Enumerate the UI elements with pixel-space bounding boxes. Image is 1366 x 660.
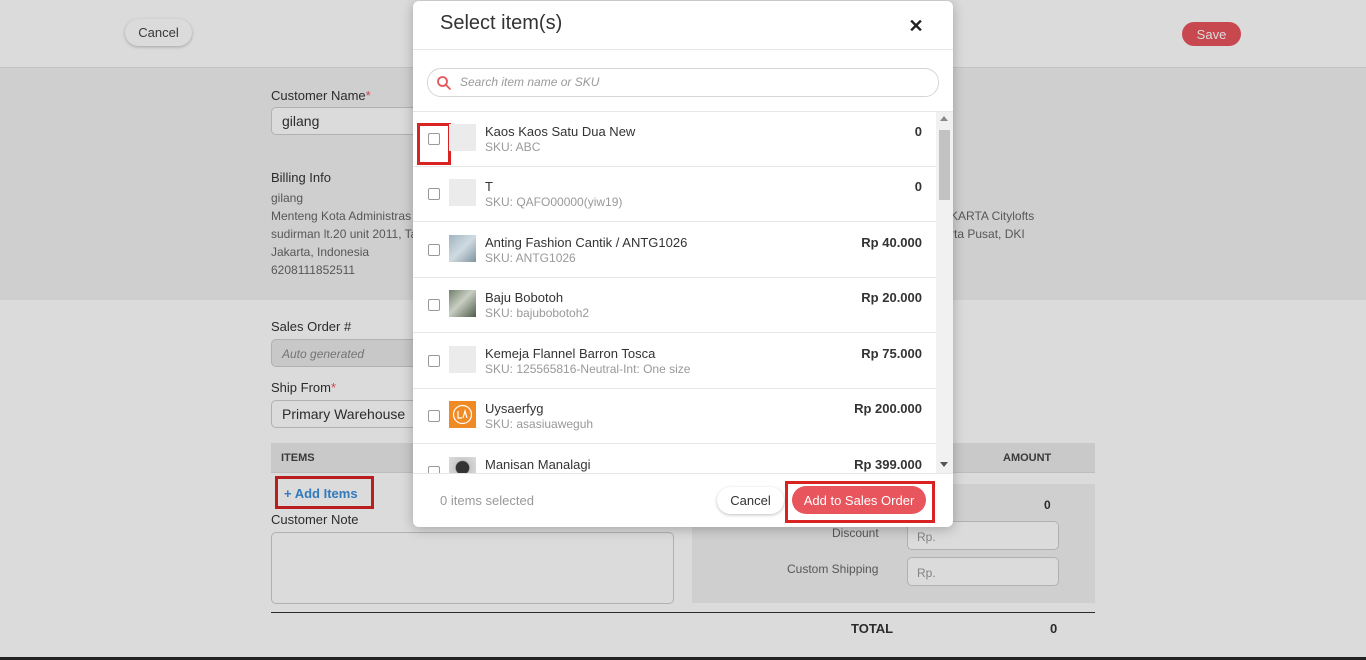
item-checkbox[interactable] <box>428 410 440 422</box>
item-price: 0 <box>914 179 922 194</box>
item-price: Rp 200.000 <box>854 401 922 416</box>
list-item[interactable]: Uysaerfyg SKU: asasiuaweguh Rp 200.000 <box>413 389 936 444</box>
item-thumbnail <box>449 235 476 262</box>
list-item[interactable]: T SKU: QAFO00000(yiw19) 0 <box>413 167 936 222</box>
item-price: Rp 75.000 <box>861 346 922 361</box>
item-checkbox[interactable] <box>428 244 440 256</box>
list-item[interactable]: Baju Bobotoh SKU: bajubobotoh2 Rp 20.000 <box>413 278 936 333</box>
add-to-sales-order-button[interactable]: Add to Sales Order <box>792 486 926 514</box>
checkbox-highlight <box>417 123 451 165</box>
item-name: Kemeja Flannel Barron Tosca <box>485 346 656 361</box>
item-checkbox[interactable] <box>428 299 440 311</box>
list-item[interactable]: Kemeja Flannel Barron Tosca SKU: 1255658… <box>413 334 936 389</box>
item-checkbox[interactable] <box>428 355 440 367</box>
item-thumbnail <box>449 290 476 317</box>
close-icon[interactable]: ✕ <box>907 17 925 35</box>
item-name: Baju Bobotoh <box>485 290 564 305</box>
item-price: Rp 399.000 <box>854 457 922 472</box>
modal-title: Select item(s) <box>440 12 563 34</box>
list-item[interactable]: Manisan Manalagi Rp 399.000 <box>413 445 936 473</box>
item-thumbnail <box>449 457 476 473</box>
item-price: Rp 40.000 <box>861 235 922 250</box>
scroll-up-icon[interactable] <box>940 116 948 121</box>
item-sku: SKU: bajubobotoh2 <box>485 306 590 320</box>
modal-footer: 0 items selected Cancel Add to Sales Ord… <box>413 473 953 527</box>
item-list-scrollbar[interactable] <box>936 112 953 473</box>
item-price: 0 <box>914 124 922 139</box>
item-sku: SKU: ABC <box>485 140 541 154</box>
item-name: Manisan Manalagi <box>485 457 591 472</box>
item-name: Uysaerfyg <box>485 401 544 416</box>
item-sku: SKU: ANTG1026 <box>485 251 576 265</box>
item-sku: SKU: QAFO00000(yiw19) <box>485 195 623 209</box>
item-thumbnail <box>449 179 476 206</box>
item-name: Anting Fashion Cantik / ANTG1026 <box>485 235 688 250</box>
item-thumbnail <box>449 346 476 373</box>
select-items-modal: Select item(s) ✕ Search item name or SKU… <box>413 1 953 527</box>
search-placeholder: Search item name or SKU <box>460 75 600 89</box>
modal-cancel-button[interactable]: Cancel <box>717 487 784 514</box>
item-sku: SKU: asasiuaweguh <box>485 417 594 431</box>
item-list: Kaos Kaos Satu Dua New SKU: ABC 0 T SKU:… <box>413 112 936 473</box>
item-name: Kaos Kaos Satu Dua New <box>485 124 636 139</box>
item-price: Rp 20.000 <box>861 290 922 305</box>
item-thumbnail <box>449 124 476 151</box>
item-checkbox[interactable] <box>428 188 440 200</box>
modal-divider <box>413 49 953 50</box>
scrollbar-thumb[interactable] <box>939 130 950 200</box>
item-sku: SKU: 125565816-Neutral-Int: One size <box>485 362 691 376</box>
selected-count: 0 items selected <box>440 493 534 508</box>
list-item[interactable]: Kaos Kaos Satu Dua New SKU: ABC 0 <box>413 112 936 167</box>
scroll-down-icon[interactable] <box>940 462 948 467</box>
search-input[interactable]: Search item name or SKU <box>427 68 939 97</box>
item-name: T <box>485 179 493 194</box>
item-checkbox[interactable] <box>428 466 440 473</box>
lazada-logo-icon <box>449 401 476 428</box>
list-item[interactable]: Anting Fashion Cantik / ANTG1026 SKU: AN… <box>413 223 936 278</box>
search-icon <box>437 76 451 90</box>
